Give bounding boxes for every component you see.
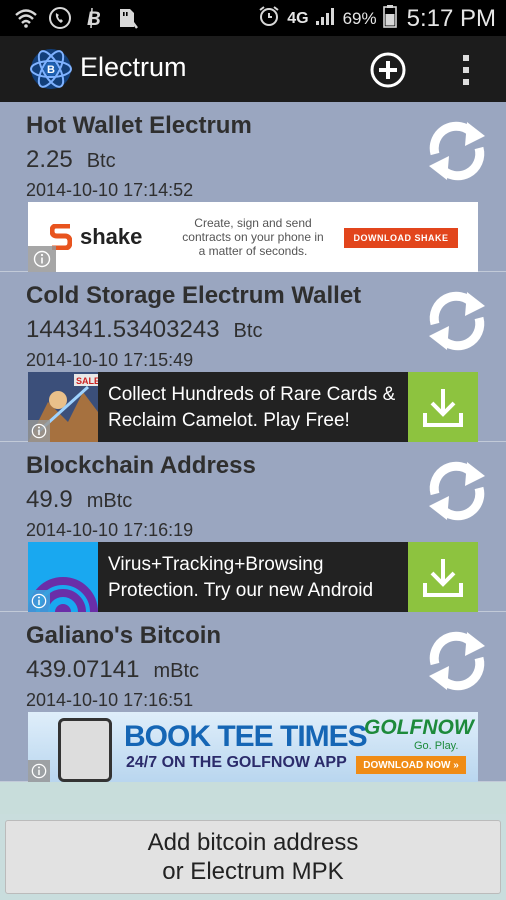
ad-brand: shake: [80, 224, 143, 249]
ad-banner[interactable]: Virus+Tracking+Browsing Protection. Try …: [28, 542, 478, 612]
wallet-date: 2014-10-10 17:14:52: [26, 180, 194, 200]
wallet-amount: 144341.53403243: [26, 316, 220, 343]
wallet-amount: 49.9: [26, 486, 73, 513]
wallet-balance: 2.25 Btc: [26, 146, 116, 174]
ad-info-icon[interactable]: [28, 420, 50, 442]
wallet-date: 2014-10-10 17:16:51: [26, 690, 194, 710]
ad-text: Virus+Tracking+Browsing Protection. Try …: [108, 554, 374, 601]
ad-banner[interactable]: SALE! Collect Hundreds of Rare Cards & R…: [28, 372, 478, 442]
wallet-unit: Btc: [86, 150, 116, 172]
refresh-icon[interactable]: [421, 290, 493, 352]
network-type: 4G: [287, 10, 309, 27]
download-icon[interactable]: [408, 372, 478, 442]
bitcoin-icon: B: [82, 6, 106, 30]
app-title: Electrum: [80, 52, 187, 82]
wallet-name: Blockchain Address: [26, 452, 256, 479]
clock: 5:17 PM: [406, 5, 496, 32]
alarm-icon: [257, 4, 281, 34]
signal-icon: [315, 6, 337, 32]
wallet-amount: 439.07141: [26, 656, 140, 683]
ad-tagline: Go. Play.: [414, 740, 459, 752]
add-button-line1: Add bitcoin address: [147, 829, 359, 856]
sd-card-icon: [116, 6, 140, 30]
wallet-unit: mBtc: [86, 490, 133, 512]
ad-info-icon[interactable]: [28, 246, 56, 272]
wallet-name: Hot Wallet Electrum: [26, 112, 252, 139]
ad-info-icon[interactable]: [28, 590, 50, 612]
wallet-balance: 144341.53403243 Btc: [26, 316, 262, 344]
wallet-name: Cold Storage Electrum Wallet: [26, 282, 362, 309]
ad-banner[interactable]: BOOK TEE TIMES 24/7 ON THE GOLFNOW APP G…: [28, 712, 478, 782]
ad-cta-button[interactable]: DOWNLOAD SHAKE: [344, 228, 458, 248]
wallet-date: 2014-10-10 17:16:19: [26, 520, 194, 540]
overflow-menu-icon[interactable]: [459, 54, 473, 86]
wallet-unit: Btc: [233, 320, 263, 342]
ad-thumb-label: SALE!: [76, 376, 98, 386]
add-button-line2: or Electrum MPK: [162, 858, 344, 885]
plus-circle-icon[interactable]: [369, 51, 407, 89]
wallet-list[interactable]: Hot Wallet Electrum 2.25 Btc 2014-10-10 1…: [0, 102, 506, 782]
phone-call-icon: [48, 6, 72, 30]
ad-info-icon[interactable]: [28, 760, 50, 782]
wallet-item[interactable]: Hot Wallet Electrum 2.25 Btc 2014-10-10 1…: [0, 102, 506, 272]
svg-text:B: B: [87, 9, 101, 30]
battery-icon: [382, 4, 397, 34]
refresh-icon[interactable]: [421, 460, 493, 522]
download-icon[interactable]: [408, 542, 478, 612]
ad-banner[interactable]: shake Create, sign and send contracts on…: [28, 202, 478, 272]
footer-bar: [0, 782, 506, 814]
status-bar: B 4G 69% 5:17 PM: [0, 0, 506, 36]
wifi-icon: [14, 6, 38, 30]
wallet-name: Galiano's Bitcoin: [26, 622, 222, 649]
app-bar: B Electrum: [0, 36, 506, 102]
ad-text: Collect Hundreds of Rare Cards & Reclaim…: [108, 384, 396, 431]
ad-brand: GOLFNOW: [364, 716, 474, 739]
wallet-balance: 49.9 mBtc: [26, 486, 132, 514]
wallet-amount: 2.25: [26, 146, 73, 173]
add-address-button[interactable]: Add bitcoin address or Electrum MPK: [5, 820, 501, 894]
wallet-item[interactable]: Blockchain Address 49.9 mBtc 2014-10-10 1…: [0, 442, 506, 612]
ad-headline: BOOK TEE TIMES: [124, 720, 368, 753]
wallet-item[interactable]: Galiano's Bitcoin 439.07141 mBtc 2014-10-…: [0, 612, 506, 782]
refresh-icon[interactable]: [421, 120, 493, 182]
wallet-date: 2014-10-10 17:15:49: [26, 350, 194, 370]
electrum-logo-icon[interactable]: B: [28, 46, 74, 92]
wallet-balance: 439.07141 mBtc: [26, 656, 199, 684]
svg-text:B: B: [47, 64, 55, 76]
wallet-item[interactable]: Cold Storage Electrum Wallet 144341.5340…: [0, 272, 506, 442]
ad-subline: 24/7 ON THE GOLFNOW APP: [126, 754, 347, 771]
phone-image-icon: [58, 718, 112, 782]
wallet-unit: mBtc: [153, 660, 200, 682]
ad-cta-button[interactable]: DOWNLOAD NOW »: [356, 756, 466, 774]
battery-percent: 69%: [342, 9, 377, 28]
ad-text: Create, sign and send contracts on your …: [182, 216, 324, 258]
refresh-icon[interactable]: [421, 630, 493, 692]
